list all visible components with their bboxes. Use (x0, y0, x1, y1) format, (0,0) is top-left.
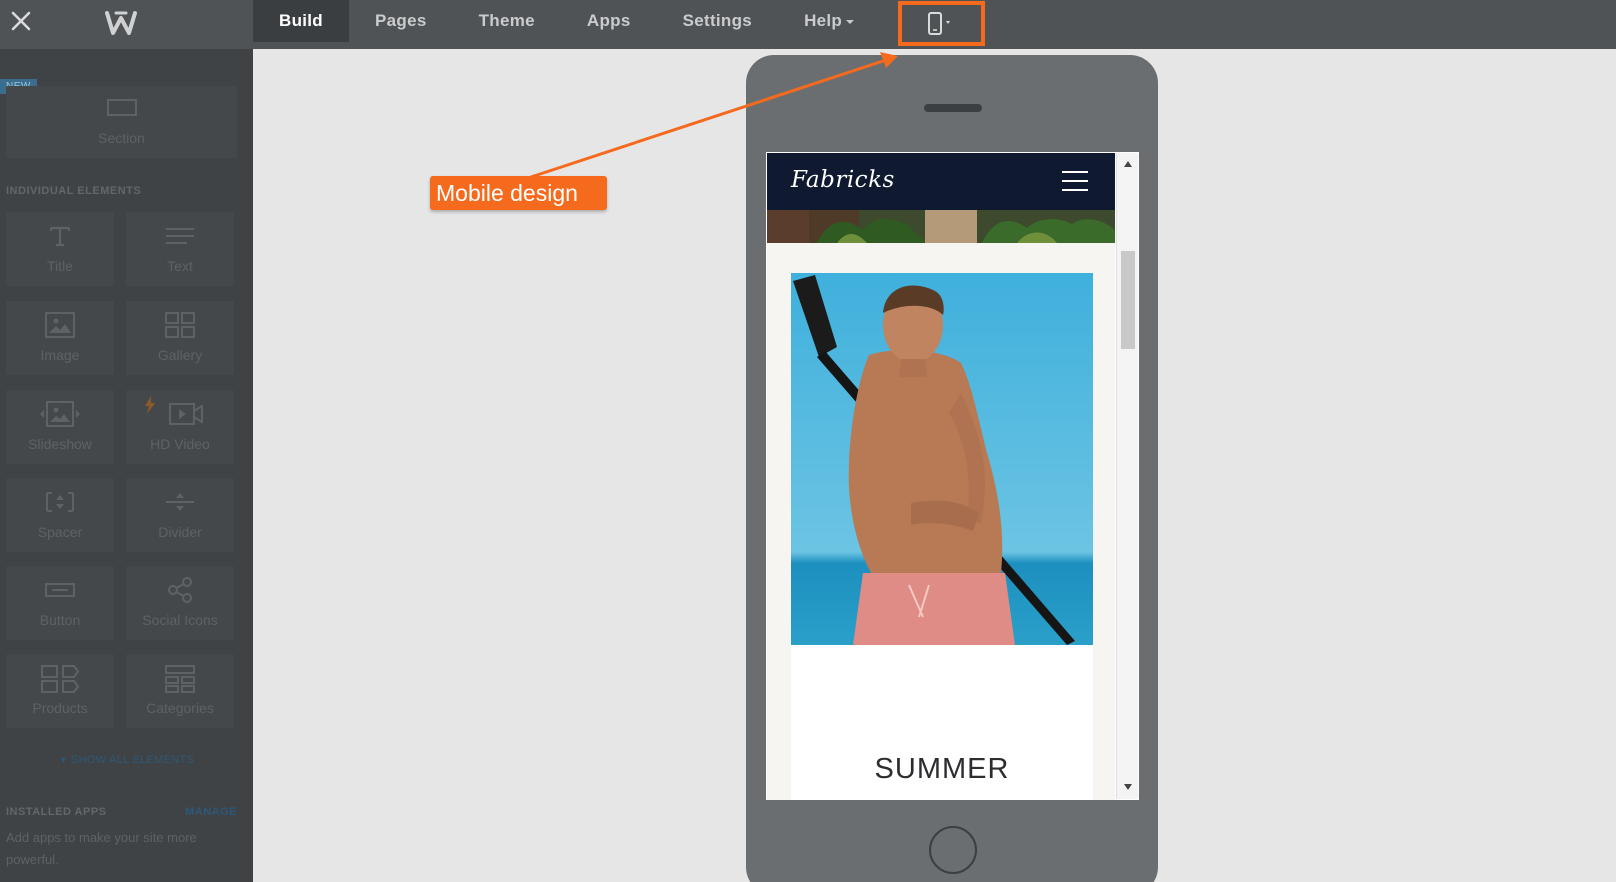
element-gallery-label: Gallery (157, 347, 203, 363)
banner-image (767, 210, 1115, 243)
tab-apps[interactable]: Apps (561, 0, 657, 42)
video-icon (169, 403, 204, 425)
divider-icon (166, 493, 194, 511)
main-nav: Build Pages Theme Apps Settings Help (253, 0, 855, 49)
mobile-phone-icon (927, 11, 950, 35)
element-social-icons-label: Social Icons (142, 612, 218, 628)
site-header: Fabricks (767, 153, 1115, 210)
element-hd-video[interactable]: HD Video (126, 390, 234, 464)
show-all-elements-link[interactable]: ▼ SHOW ALL ELEMENTS (0, 754, 253, 766)
show-all-label: SHOW ALL ELEMENTS (70, 754, 195, 766)
element-divider-label: Divider (158, 524, 202, 540)
manage-apps-link[interactable]: MANAGE (185, 806, 237, 818)
phone-speaker (924, 104, 982, 112)
element-title[interactable]: Title (6, 212, 114, 286)
chevron-down-icon: ▼ (58, 755, 71, 765)
element-image-label: Image (40, 347, 80, 363)
element-categories-label: Categories (146, 700, 214, 716)
lightning-icon (145, 396, 155, 414)
tab-help-label: Help (804, 11, 843, 30)
section-tile[interactable]: Section (6, 86, 237, 158)
phone-frame: Fabricks SUMMER (746, 55, 1158, 882)
element-products[interactable]: Products (6, 654, 114, 728)
section-icon (106, 99, 137, 116)
tab-build[interactable]: Build (253, 0, 349, 42)
element-image[interactable]: Image (6, 301, 114, 375)
annotation-label: Mobile design (430, 176, 607, 210)
element-social-icons[interactable]: Social Icons (126, 566, 234, 640)
scrollbar-thumb[interactable] (1121, 251, 1135, 349)
tab-pages[interactable]: Pages (349, 0, 453, 42)
element-text-label: Text (167, 258, 193, 274)
scroll-down-icon[interactable] (1123, 783, 1133, 791)
section-tile-label: Section (98, 130, 145, 146)
element-title-label: Title (47, 258, 73, 274)
device-toggle-button[interactable] (898, 1, 985, 46)
page-content: SUMMER (767, 243, 1115, 800)
slideshow-icon (40, 401, 80, 427)
tab-settings[interactable]: Settings (657, 0, 778, 42)
hero-image[interactable] (791, 273, 1093, 645)
categories-icon (165, 665, 195, 693)
element-slideshow[interactable]: Slideshow (6, 390, 114, 464)
phone-home-button (929, 826, 977, 874)
hamburger-menu-icon[interactable] (1062, 171, 1088, 191)
tab-theme[interactable]: Theme (453, 0, 561, 42)
element-gallery[interactable]: Gallery (126, 301, 234, 375)
hero-heading[interactable]: SUMMER (791, 753, 1093, 786)
chevron-down-icon (846, 19, 855, 24)
tab-help[interactable]: Help (778, 0, 855, 42)
element-categories[interactable]: Categories (126, 654, 234, 728)
element-button-label: Button (39, 612, 81, 628)
site-logo[interactable]: Fabricks (791, 167, 895, 193)
element-hd-video-label: HD Video (150, 436, 210, 452)
element-spacer-label: Spacer (37, 524, 83, 540)
title-icon (49, 226, 71, 247)
mobile-preview-screen[interactable]: Fabricks SUMMER (766, 152, 1139, 800)
preview-scrollbar[interactable] (1116, 153, 1138, 799)
button-icon (45, 583, 75, 597)
element-divider[interactable]: Divider (126, 478, 234, 552)
individual-elements-heading: INDIVIDUAL ELEMENTS (6, 185, 142, 197)
products-icon (41, 665, 80, 693)
element-slideshow-label: Slideshow (28, 436, 92, 452)
scroll-up-icon[interactable] (1123, 160, 1133, 168)
image-icon (45, 312, 75, 338)
apps-description: Add apps to make your site more powerful… (6, 830, 197, 867)
element-text[interactable]: Text (126, 212, 234, 286)
spacer-icon (46, 492, 74, 512)
elements-sidebar: NEW Section INDIVIDUAL ELEMENTS Title Te… (0, 49, 253, 882)
element-button[interactable]: Button (6, 566, 114, 640)
close-icon[interactable] (10, 10, 32, 32)
social-icon (168, 577, 192, 603)
gallery-icon (165, 312, 195, 338)
top-toolbar: Build Pages Theme Apps Settings Help (0, 0, 1616, 49)
element-products-label: Products (32, 700, 88, 716)
installed-apps-heading: INSTALLED APPS (6, 806, 107, 818)
element-spacer[interactable]: Spacer (6, 478, 114, 552)
weebly-logo-icon[interactable] (104, 8, 138, 38)
text-icon (166, 228, 194, 244)
